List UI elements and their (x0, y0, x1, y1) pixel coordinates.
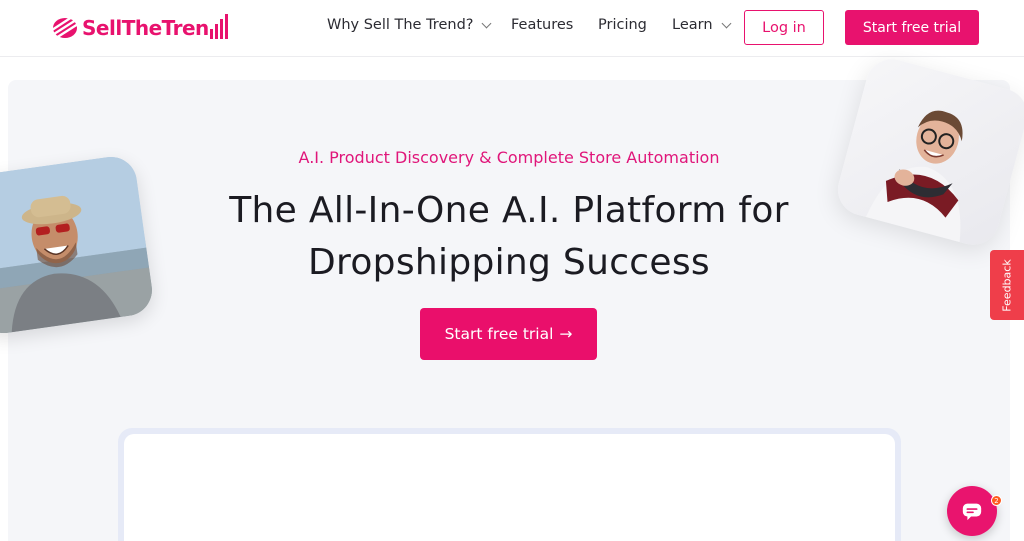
start-free-trial-hero-button[interactable]: Start free trial → (420, 308, 597, 360)
hero-headline-line-1: The All-In-One A.I. Platform for (229, 190, 789, 231)
nav-item-label: Why Sell The Trend? (327, 17, 474, 33)
arrow-right-icon: → (559, 325, 573, 343)
hero-headline-line-2: Dropshipping Success (308, 242, 710, 283)
chat-icon (962, 503, 982, 521)
feedback-tab[interactable]: Feedback (990, 250, 1024, 320)
nav-item-label: Features (511, 17, 574, 33)
login-button[interactable]: Log in (744, 10, 824, 45)
nav-item-features[interactable]: Features (511, 17, 573, 33)
logo-mark-icon (50, 15, 80, 40)
chevron-down-icon (721, 18, 731, 28)
chat-unread-badge: 2 (991, 495, 1002, 506)
logo-bars-icon (209, 14, 228, 39)
nav-item-label: Learn (672, 17, 713, 33)
hero-cta-label: Start free trial (444, 325, 554, 343)
feedback-label: Feedback (1000, 258, 1014, 312)
nav-item-why-sell-the-trend[interactable]: Why Sell The Trend? (327, 17, 492, 33)
page: SellTheTren Why Sell The Trend? Features… (0, 0, 1024, 541)
chat-launcher-button[interactable] (947, 486, 997, 536)
top-nav: SellTheTren Why Sell The Trend? Features… (0, 0, 1024, 57)
hero-tagline: A.I. Product Discovery & Complete Store … (298, 148, 720, 167)
chevron-down-icon (482, 18, 492, 28)
nav-item-label: Pricing (598, 17, 647, 33)
brand-name: SellTheTren (82, 16, 209, 40)
product-preview-panel (124, 434, 895, 541)
brand-logo[interactable]: SellTheTren (50, 12, 228, 44)
nav-item-pricing[interactable]: Pricing (598, 17, 647, 33)
start-free-trial-nav-button[interactable]: Start free trial (845, 10, 979, 45)
hero-headline: The All-In-One A.I. Platform for Dropshi… (0, 185, 1018, 289)
nav-item-learn[interactable]: Learn (672, 17, 731, 33)
